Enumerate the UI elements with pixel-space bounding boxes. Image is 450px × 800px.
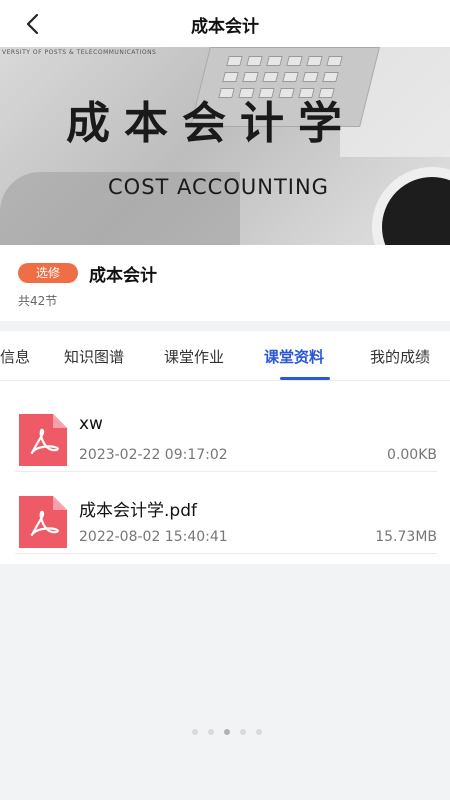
course-content-panel: 信息 知识图谱 课堂作业 课堂资料 我的成绩 xw 2023-02-22 09:… xyxy=(0,331,450,564)
file-row[interactable]: 成本会计学.pdf 2022-08-02 15:40:41 15.73MB xyxy=(15,474,437,554)
top-bar: 成本会计 xyxy=(0,0,450,47)
course-banner: VERSITY OF POSTS & TELECOMMUNICATIONS 成本… xyxy=(0,47,450,245)
course-name: 成本会计 xyxy=(89,266,157,286)
page-indicator xyxy=(192,729,262,737)
tab-bar: 信息 知识图谱 课堂作业 课堂资料 我的成绩 xyxy=(0,331,450,381)
banner-title-english: COST ACCOUNTING xyxy=(108,175,329,199)
elective-badge: 选修 xyxy=(18,263,78,283)
tab-homework[interactable]: 课堂作业 xyxy=(164,346,224,367)
page-dot-active xyxy=(224,729,230,735)
course-info-card: 选修 成本会计 共42节 xyxy=(0,245,450,321)
active-tab-indicator xyxy=(280,377,330,380)
file-size: 15.73MB xyxy=(375,529,437,545)
page-title: 成本会计 xyxy=(191,17,259,37)
tab-my-grades[interactable]: 我的成绩 xyxy=(370,346,430,367)
page-dot xyxy=(240,729,246,735)
lesson-count: 共42节 xyxy=(18,294,58,308)
page-dot xyxy=(208,729,214,735)
file-row[interactable]: xw 2023-02-22 09:17:02 0.00KB xyxy=(15,392,437,472)
pdf-file-icon xyxy=(19,496,67,548)
tab-knowledge-map[interactable]: 知识图谱 xyxy=(64,346,124,367)
page-dot xyxy=(256,729,262,735)
pdf-file-icon xyxy=(19,414,67,466)
file-date: 2022-08-02 15:40:41 xyxy=(79,529,228,545)
file-date: 2023-02-22 09:17:02 xyxy=(79,447,228,463)
page-dot xyxy=(192,729,198,735)
file-size: 0.00KB xyxy=(387,447,437,463)
file-name: xw xyxy=(79,414,103,434)
banner-small-text: VERSITY OF POSTS & TELECOMMUNICATIONS xyxy=(2,49,157,56)
banner-title-chinese: 成本会计学 xyxy=(66,98,356,149)
file-name: 成本会计学.pdf xyxy=(79,501,197,521)
tab-materials[interactable]: 课堂资料 xyxy=(264,346,324,367)
tab-info[interactable]: 信息 xyxy=(0,346,30,367)
coffee-cup-decoration xyxy=(372,167,450,245)
